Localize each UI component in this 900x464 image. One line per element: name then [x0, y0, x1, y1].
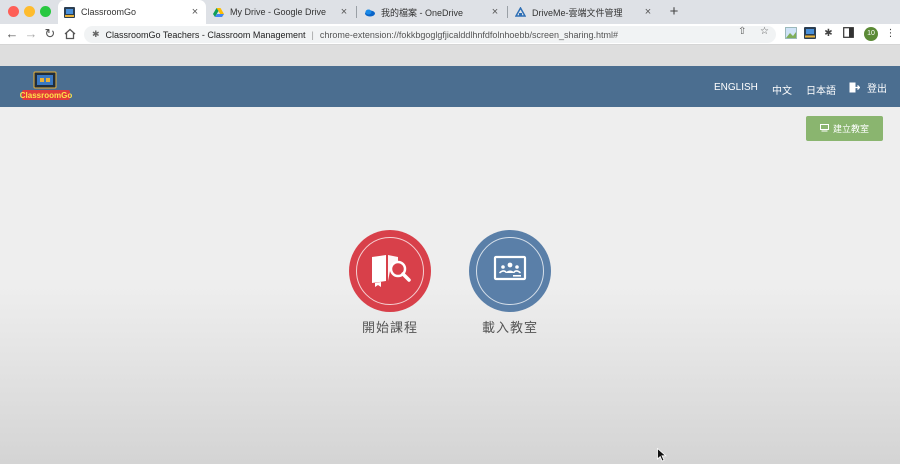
- logout-link[interactable]: 登出: [849, 80, 887, 95]
- tab-title: 我的檔案 - OneDrive: [381, 7, 464, 18]
- nav-english[interactable]: ENGLISH: [714, 82, 758, 93]
- classroomgo-icon: [64, 6, 75, 18]
- forward-arrow-icon[interactable]: →: [23, 26, 39, 42]
- back-arrow-icon[interactable]: ←: [4, 26, 20, 42]
- tab-classroomgo[interactable]: ClassroomGo ×: [58, 0, 206, 24]
- start-lesson-action[interactable]: 開始課程: [349, 230, 431, 336]
- logo-text: ClassroomGo: [20, 91, 73, 100]
- classroomgo-extension-icon[interactable]: [803, 27, 816, 40]
- window-close-button[interactable]: [8, 6, 19, 17]
- extensions-puzzle-icon[interactable]: ✱: [822, 27, 835, 40]
- driveme-icon: [514, 5, 527, 18]
- tab-driveme[interactable]: DriveMe-雲端文件管理 ×: [509, 0, 659, 24]
- tab-separator: [507, 6, 508, 18]
- google-drive-icon: [213, 7, 224, 18]
- classroom-icon: [819, 123, 829, 134]
- tab-close-icon[interactable]: ×: [337, 6, 351, 18]
- load-classroom-button[interactable]: [469, 230, 551, 312]
- omnibox-page-title: ClassroomGo Teachers - Classroom Managem…: [105, 29, 306, 40]
- profile-avatar[interactable]: 10: [864, 27, 878, 41]
- reload-icon[interactable]: ↻: [42, 26, 58, 42]
- window-minimize-button[interactable]: [24, 6, 35, 17]
- browser-menu-icon[interactable]: ⋮: [884, 27, 897, 40]
- tab-title: DriveMe-雲端文件管理: [532, 7, 623, 18]
- tab-google-drive[interactable]: My Drive - Google Drive ×: [207, 0, 355, 24]
- extension-puzzle-icon: ✱: [92, 29, 100, 39]
- tab-close-icon[interactable]: ×: [641, 6, 655, 18]
- button-ring: [476, 237, 544, 305]
- tab-title: My Drive - Google Drive: [230, 7, 327, 17]
- load-classroom-action[interactable]: 載入教室: [469, 230, 551, 336]
- classroomgo-logo[interactable]: ClassroomGo: [16, 70, 76, 104]
- side-panel-icon[interactable]: [842, 27, 855, 40]
- onedrive-icon: [364, 7, 375, 18]
- tab-onedrive[interactable]: 我的檔案 - OneDrive ×: [358, 0, 506, 24]
- tab-separator: [356, 6, 357, 18]
- omnibox-url: chrome-extension://fokkbgoglgfjicalddlhn…: [319, 29, 618, 40]
- browser-toolbar: ← → ↻ ✱ ClassroomGo Teachers - Classroom…: [0, 24, 900, 45]
- button-ring: [356, 237, 424, 305]
- tab-close-icon[interactable]: ×: [188, 6, 202, 18]
- create-classroom-label: 建立教室: [832, 124, 869, 134]
- nav-chinese[interactable]: 中文: [772, 82, 792, 97]
- main-content: 建立教室 開始課程 載入教室: [0, 107, 900, 464]
- create-classroom-button[interactable]: 建立教室: [806, 116, 883, 141]
- logout-icon: [849, 82, 861, 93]
- nav-japanese[interactable]: 日本語: [806, 82, 836, 97]
- tab-title: ClassroomGo: [81, 7, 137, 17]
- extension-image-icon[interactable]: [784, 27, 797, 40]
- omnibox-separator: |: [311, 29, 314, 40]
- logout-label: 登出: [867, 84, 887, 95]
- home-icon[interactable]: [62, 26, 78, 42]
- window-zoom-button[interactable]: [40, 6, 51, 17]
- app-header: ClassroomGo ENGLISH 中文 日本語 登出: [0, 66, 900, 107]
- bookmark-star-icon[interactable]: ☆: [760, 26, 769, 37]
- start-lesson-button[interactable]: [349, 230, 431, 312]
- address-bar[interactable]: ✱ ClassroomGo Teachers - Classroom Manag…: [84, 26, 776, 43]
- new-tab-icon[interactable]: +: [664, 2, 684, 22]
- load-classroom-label: 載入教室: [481, 320, 538, 335]
- start-lesson-label: 開始課程: [361, 320, 418, 335]
- share-icon[interactable]: ⇧: [738, 26, 746, 37]
- browser-tab-strip: ClassroomGo × My Drive - Google Drive × …: [0, 0, 900, 24]
- mouse-cursor-icon: [657, 447, 667, 462]
- tab-close-icon[interactable]: ×: [488, 6, 502, 18]
